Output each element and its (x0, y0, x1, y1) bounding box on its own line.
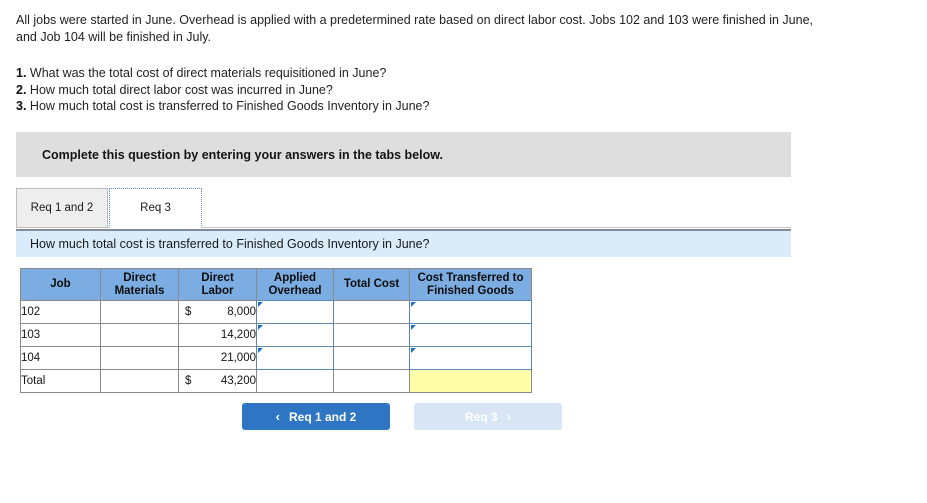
cell-job: 104 (20, 346, 101, 370)
direct-labor-value: 8,000 (227, 306, 256, 318)
input-box[interactable] (409, 323, 532, 347)
cell-comment-flag-icon (411, 325, 416, 330)
input-box[interactable] (256, 300, 334, 324)
column-header-applied-overhead-line1: Applied (273, 271, 317, 284)
tab-req-3-label: Req 3 (140, 202, 171, 214)
cell-direct-labor: 14,200 (178, 323, 257, 347)
requirement-text-2: How much total direct labor cost was inc… (29, 82, 333, 97)
input-applied-overhead[interactable] (256, 323, 334, 347)
total-direct-labor-value: 43,200 (220, 375, 256, 387)
next-req-button-label: Req 3 (464, 409, 498, 424)
cell-comment-flag-icon (411, 348, 416, 353)
input-total-cost-transferred[interactable] (409, 369, 532, 393)
prev-req-button[interactable]: ‹ Req 1 and 2 (242, 403, 390, 430)
input-box[interactable] (256, 323, 334, 347)
column-header-applied-overhead: Applied Overhead (256, 268, 334, 301)
column-header-applied-overhead-line2: Overhead (268, 284, 322, 297)
cell-total-cost (333, 300, 410, 324)
cell-total-applied-overhead (256, 369, 334, 393)
nav-buttons: ‹ Req 1 and 2 Req 3 › (242, 403, 562, 430)
table-row: 102 $ 8,000 (20, 300, 532, 324)
column-header-direct-labor-line1: Direct (201, 271, 234, 284)
input-cost-transferred[interactable] (409, 346, 532, 370)
instruction-banner-text: Complete this question by entering your … (42, 147, 443, 162)
cell-comment-flag-icon (258, 348, 263, 353)
table-header-row: Job Direct Materials Direct Labor Applie… (20, 268, 532, 301)
question-banner-text: How much total cost is transferred to Fi… (30, 237, 430, 251)
cell-total-label: Total (20, 369, 101, 393)
column-header-cost-transferred-line2: Finished Goods (427, 284, 514, 297)
cell-total-cost (333, 346, 410, 370)
requirement-item-2: 2. How much total direct labor cost was … (16, 82, 716, 99)
tab-strip: Req 1 and 2 Req 3 (16, 188, 791, 228)
prev-req-button-label: Req 1 and 2 (288, 409, 357, 424)
table-total-row: Total $ 43,200 (20, 369, 532, 393)
cell-job: 103 (20, 323, 101, 347)
column-header-direct-labor-line2: Labor (201, 284, 234, 297)
tab-req-1-and-2-label: Req 1 and 2 (30, 202, 94, 214)
requirement-number-1: 1. (16, 66, 27, 80)
cell-comment-flag-icon (411, 302, 416, 307)
worksheet-table-body: 102 $ 8,000 103 14,200 104 21,000 Total … (20, 300, 532, 393)
column-header-total-cost: Total Cost (333, 268, 410, 301)
cell-total-total-cost (333, 369, 410, 393)
cell-total-cost (333, 323, 410, 347)
currency-symbol: $ (185, 306, 192, 318)
input-applied-overhead[interactable] (256, 346, 334, 370)
tab-req-3[interactable]: Req 3 (109, 188, 202, 228)
currency-symbol: $ (185, 375, 192, 387)
direct-labor-value: 21,000 (220, 352, 256, 364)
question-banner: How much total cost is transferred to Fi… (16, 229, 791, 257)
direct-labor-value: 14,200 (220, 329, 256, 341)
requirement-text-3: How much total cost is transferred to Fi… (29, 99, 430, 113)
input-applied-overhead[interactable] (256, 300, 334, 324)
column-header-direct-materials-line2: Materials (114, 284, 165, 297)
column-header-cost-transferred: Cost Transferred to Finished Goods (409, 268, 532, 301)
cell-total-direct-materials (100, 369, 179, 393)
worksheet-table-head: Job Direct Materials Direct Labor Applie… (20, 268, 532, 301)
table-row: 104 21,000 (20, 346, 532, 370)
next-req-button[interactable]: Req 3 › (414, 403, 562, 430)
input-cost-transferred[interactable] (409, 300, 532, 324)
table-row: 103 14,200 (20, 323, 532, 347)
requirement-item-1: 1. What was the total cost of direct mat… (16, 65, 716, 82)
cell-direct-labor: $ 8,000 (178, 300, 257, 324)
cell-comment-flag-icon (258, 325, 263, 330)
cell-comment-flag-icon (258, 302, 263, 307)
cell-total-direct-labor: $ 43,200 (178, 369, 257, 393)
requirement-number-3: 3. (16, 99, 27, 113)
chevron-right-icon: › (506, 409, 512, 424)
column-header-direct-labor: Direct Labor (178, 268, 257, 301)
intro-paragraph: All jobs were started in June. Overhead … (16, 13, 813, 44)
input-box[interactable] (409, 346, 532, 370)
tab-req-1-and-2[interactable]: Req 1 and 2 (16, 188, 108, 228)
requirement-text-1: What was the total cost of direct materi… (29, 66, 387, 80)
column-header-job-line1: Job (50, 278, 71, 290)
cell-job: 102 (20, 300, 101, 324)
column-header-total-cost-line1: Total Cost (343, 278, 400, 290)
requirement-item-3: 3. How much total cost is transferred to… (16, 98, 716, 115)
instruction-banner: Complete this question by entering your … (16, 132, 791, 177)
intro-block: All jobs were started in June. Overhead … (16, 12, 828, 46)
worksheet-table: Job Direct Materials Direct Labor Applie… (20, 268, 532, 393)
column-header-job: Job (20, 268, 101, 301)
input-cost-transferred[interactable] (409, 323, 532, 347)
cell-direct-labor: 21,000 (178, 346, 257, 370)
input-box[interactable] (409, 300, 532, 324)
requirements-list: 1. What was the total cost of direct mat… (16, 65, 716, 115)
input-box[interactable] (256, 346, 334, 370)
cell-direct-materials (100, 346, 179, 370)
column-header-cost-transferred-line1: Cost Transferred to (417, 271, 524, 284)
column-header-direct-materials-line1: Direct (123, 271, 156, 284)
chevron-left-icon: ‹ (275, 409, 280, 424)
cell-direct-materials (100, 300, 179, 324)
column-header-direct-materials: Direct Materials (100, 268, 179, 301)
cell-direct-materials (100, 323, 179, 347)
requirement-number-2: 2. (16, 82, 27, 97)
